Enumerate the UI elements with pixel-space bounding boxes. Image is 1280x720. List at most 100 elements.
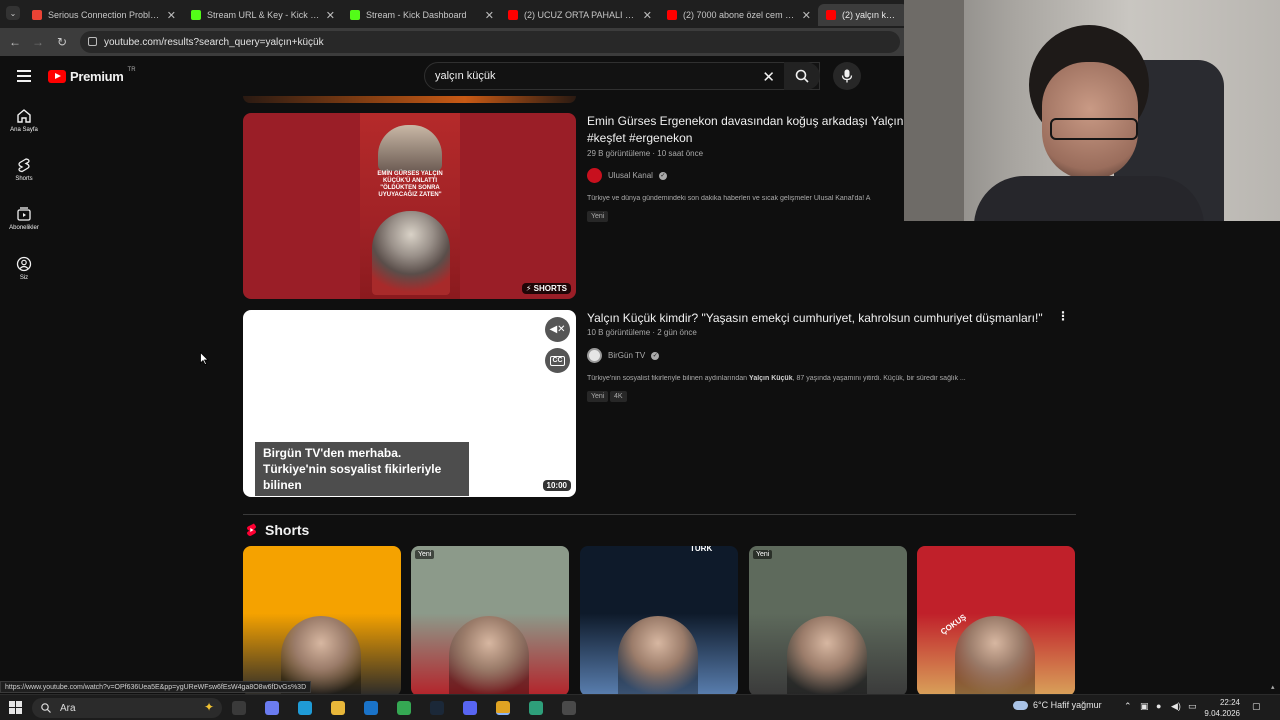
- notifications-icon[interactable]: ▢: [1252, 701, 1261, 712]
- steam-icon[interactable]: [430, 701, 444, 715]
- tray-app-icon[interactable]: ▣: [1140, 701, 1149, 712]
- copilot-icon[interactable]: [265, 701, 279, 715]
- network-icon[interactable]: ▭: [1188, 701, 1197, 712]
- close-tab-icon[interactable]: ✕: [802, 9, 811, 22]
- volume-icon[interactable]: ◀): [1171, 701, 1181, 712]
- channel-link[interactable]: Ulusal Kanal ✓: [587, 168, 667, 183]
- app-icon[interactable]: [529, 701, 543, 715]
- reload-icon[interactable]: ↻: [53, 33, 71, 51]
- video-duration: 10:00: [542, 480, 571, 491]
- tray-overflow-icon[interactable]: ⌃: [1124, 701, 1132, 712]
- tab-search-button[interactable]: ⌄: [6, 6, 20, 20]
- guide-item-shorts[interactable]: Shorts: [0, 157, 48, 182]
- thumbnail-portrait-top: [378, 125, 442, 171]
- guide-item-home[interactable]: Ana Sayfa: [0, 108, 48, 133]
- address-bar[interactable]: youtube.com/results?search_query=yalçın+…: [80, 31, 900, 53]
- youtube-icon: [826, 10, 836, 20]
- tab-title: (2) yalçın küçük -: [842, 10, 900, 20]
- shorts-card[interactable]: Yeni: [749, 546, 907, 696]
- search-icon: [41, 703, 51, 713]
- video-title[interactable]: Yalçın Küçük kimdir? "Yaşasın emekçi cum…: [587, 310, 1043, 327]
- shorts-icon: [18, 158, 30, 173]
- microphone-tray-icon[interactable]: ●: [1156, 701, 1161, 711]
- chrome-icon[interactable]: [496, 701, 510, 715]
- youtube-logo[interactable]: Premium TR: [48, 66, 136, 84]
- close-tab-icon[interactable]: ✕: [326, 9, 335, 22]
- start-button[interactable]: [9, 701, 22, 714]
- forward-icon[interactable]: →: [29, 33, 47, 51]
- browser-tab[interactable]: (2) 7000 abone özel cem ile akı ✕: [659, 4, 819, 26]
- webcam-door: [904, 0, 964, 221]
- guide-item-you[interactable]: Siz: [0, 256, 48, 281]
- webcam-person-glasses: [1050, 118, 1138, 140]
- youtube-play-icon: [48, 70, 66, 83]
- 4k-badge: 4K: [610, 391, 627, 402]
- channel-avatar: [587, 348, 602, 363]
- youtube-icon: [667, 10, 677, 20]
- video-preview-player[interactable]: ◀✕ CC Birgün TV'den merhaba. Türkiye'nin…: [243, 310, 576, 497]
- browser-tab[interactable]: Serious Connection Problems - ✕: [24, 4, 184, 26]
- search-highlight-icon: ✦: [203, 700, 214, 714]
- address-url: youtube.com/results?search_query=yalçın+…: [104, 36, 324, 48]
- guide-item-subscriptions[interactable]: Abonelikler: [0, 206, 48, 231]
- description-highlight: Yalçın Küçük: [749, 375, 793, 382]
- channel-link[interactable]: BirGün TV ✓: [587, 348, 660, 363]
- browser-tab[interactable]: (2) UCUZ ORTA PAHALI DÖNER ✕: [500, 4, 660, 26]
- discord-icon[interactable]: [463, 701, 477, 715]
- short-overlay-text: TÜRK: [690, 546, 713, 553]
- thumbnail-portrait-bottom: [372, 211, 450, 295]
- shorts-shelf-header: Shorts: [246, 522, 309, 538]
- tab-title: (2) 7000 abone özel cem ile akı: [683, 10, 796, 20]
- logo-country: TR: [127, 66, 136, 73]
- shorts-badge-label: SHORTS: [533, 284, 567, 293]
- store-icon[interactable]: [397, 701, 411, 715]
- description-text: Türkiye'nin sosyalist fikirleriyle bilin…: [587, 375, 750, 382]
- site-info-icon[interactable]: [88, 37, 97, 46]
- shorts-heading: Shorts: [265, 522, 310, 538]
- close-tab-icon[interactable]: ✕: [643, 9, 652, 22]
- mute-button[interactable]: ◀✕: [545, 317, 570, 342]
- scrollbar-arrow[interactable]: ▴: [1271, 683, 1275, 691]
- clock[interactable]: 22:24 9.04.2026: [1204, 697, 1240, 719]
- caption-text: Birgün TV'den merhaba. Türkiye'nin sosya…: [255, 442, 469, 496]
- verified-icon: ✓: [651, 351, 660, 360]
- shorts-card[interactable]: Yeni: [411, 546, 569, 696]
- search-input[interactable]: yalçın küçük ✕: [424, 62, 820, 90]
- new-badge: Yeni: [415, 550, 435, 559]
- captions-button[interactable]: CC: [545, 348, 570, 373]
- file-explorer-icon[interactable]: [331, 701, 345, 715]
- outlook-icon[interactable]: [364, 701, 378, 715]
- video-meta: 10 B görüntüleme · 2 gün önce: [587, 328, 697, 337]
- shorts-card[interactable]: ÇOKUŞ: [917, 546, 1075, 696]
- obs-icon[interactable]: [562, 701, 576, 715]
- mute-icon: ◀✕: [549, 324, 566, 335]
- guide-label-shorts: Shorts: [15, 176, 33, 182]
- previous-result-thumbnail[interactable]: [243, 96, 576, 103]
- voice-search-button[interactable]: [833, 62, 861, 90]
- guide-label-subscriptions: Abonelikler: [9, 225, 39, 231]
- menu-icon[interactable]: [17, 70, 31, 82]
- shorts-card[interactable]: TÜRK: [580, 546, 738, 696]
- cloud-icon: [1013, 700, 1028, 710]
- logo-text: Premium: [70, 69, 124, 84]
- back-icon[interactable]: ←: [6, 33, 24, 51]
- weather-widget[interactable]: 6°C Hafif yağmur: [1013, 700, 1102, 710]
- taskbar-search[interactable]: Ara ✦: [32, 698, 222, 718]
- task-view-icon[interactable]: [232, 701, 246, 715]
- clear-search-icon[interactable]: ✕: [762, 68, 775, 86]
- browser-tab[interactable]: (2) yalçın küçük -: [818, 4, 908, 26]
- video-thumbnail[interactable]: EMİN GÜRSES YALÇIN KÜÇÜK'Ü ANLATTI "ÖLDÜ…: [243, 113, 576, 299]
- home-icon: [17, 109, 31, 123]
- captions-icon: CC: [550, 355, 565, 366]
- video-title[interactable]: Emin Gürses Ergenekon davasından koğuş a…: [587, 113, 904, 147]
- browser-tab[interactable]: Stream URL & Key - Kick Dashb ✕: [183, 4, 343, 26]
- search-button[interactable]: [784, 62, 820, 90]
- shorts-card[interactable]: [243, 546, 401, 696]
- more-actions-icon[interactable]: ⋮: [1057, 310, 1069, 324]
- browser-tab[interactable]: Stream - Kick Dashboard ✕: [342, 4, 502, 26]
- search-query: yalçın küçük: [435, 70, 496, 82]
- edge-icon[interactable]: [298, 701, 312, 715]
- close-tab-icon[interactable]: ✕: [167, 9, 176, 22]
- gmail-icon: [32, 10, 42, 20]
- close-tab-icon[interactable]: ✕: [485, 9, 494, 22]
